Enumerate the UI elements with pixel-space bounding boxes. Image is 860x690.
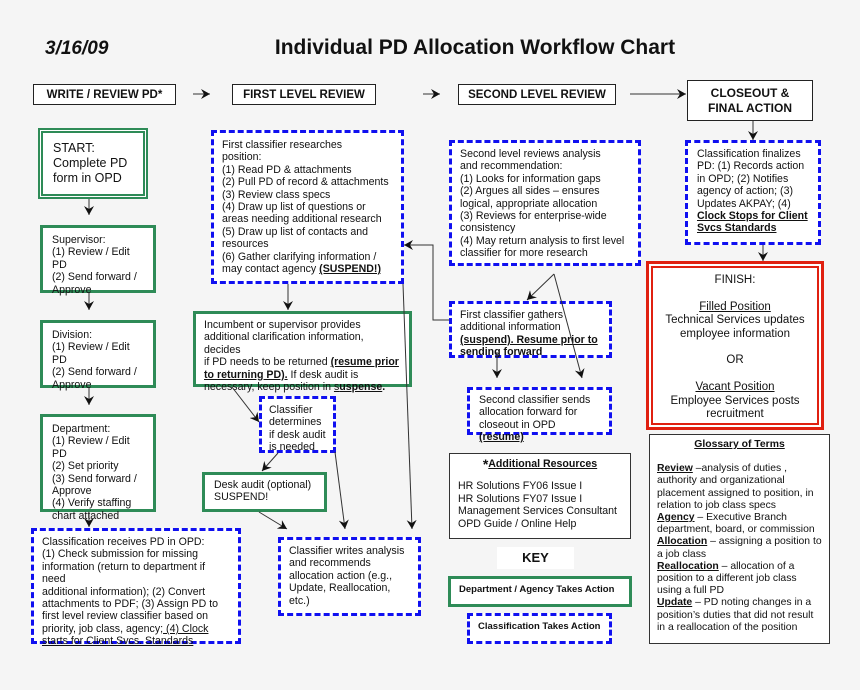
arrow (402, 283, 417, 530)
arrow (553, 273, 585, 379)
arrow (261, 452, 279, 472)
arrow (231, 386, 260, 423)
arrow (334, 451, 349, 530)
arrow (258, 511, 288, 530)
arrow (526, 273, 555, 301)
arrow (404, 240, 449, 321)
connector-arrows (84, 89, 768, 530)
